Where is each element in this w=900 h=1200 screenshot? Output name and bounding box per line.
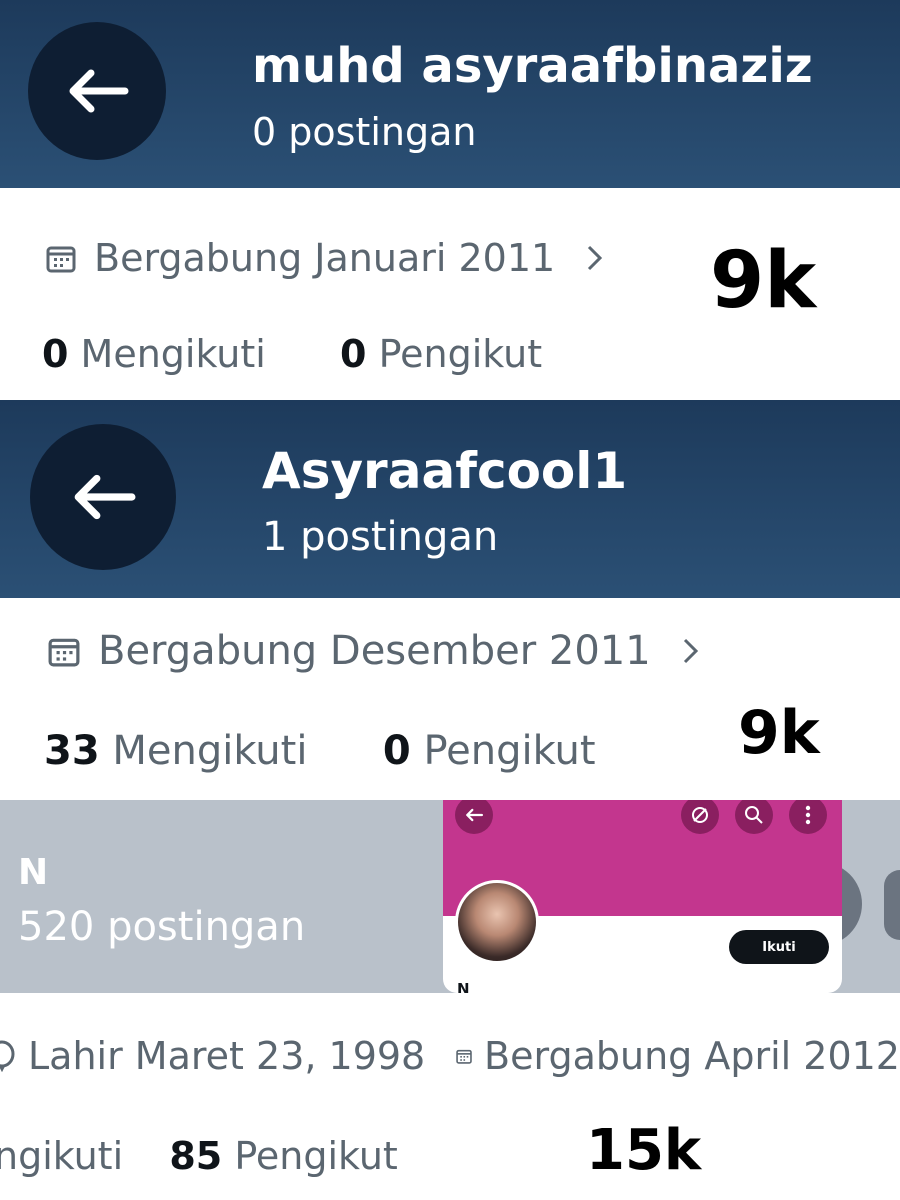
joined-date[interactable]: Bergabung Desember 2011 xyxy=(48,628,701,674)
joined-date[interactable]: Bergabung April 2012 xyxy=(456,1034,900,1078)
calendar-icon xyxy=(48,638,80,667)
search-icon xyxy=(745,806,763,824)
profile-panel-2: Asyraafcool1 1 postingan Bergabung Desem… xyxy=(0,400,900,798)
post-count: 520 postingan xyxy=(18,904,306,950)
avatar[interactable] xyxy=(455,880,539,964)
follow-stats: 33 Mengikuti 0 Pengikut xyxy=(44,728,596,774)
header-edge-circle xyxy=(884,870,900,940)
follow-stats: 0 Mengikuti 0 Pengikut xyxy=(42,332,542,376)
follower-annotation: 15k xyxy=(586,1118,702,1183)
inset-profile-name: N xyxy=(457,980,470,993)
back-button[interactable] xyxy=(28,22,166,160)
joined-text: Bergabung Januari 2011 xyxy=(94,236,556,280)
back-button[interactable] xyxy=(30,424,176,570)
following-link[interactable]: ngikuti xyxy=(0,1134,123,1178)
unfollow-icon xyxy=(692,807,708,823)
inset-profile-screenshot: Ikuti N xyxy=(443,800,842,993)
back-arrow-icon xyxy=(74,474,136,520)
profile-name: Asyraafcool1 xyxy=(262,442,628,500)
birth-text: Lahir Maret 23, 1998 xyxy=(28,1034,426,1078)
profile-panel-1: muhd asyraafbinaziz 0 postingan Bergabun… xyxy=(0,0,900,398)
more-icon xyxy=(805,805,811,825)
post-count: 1 postingan xyxy=(262,514,499,560)
profile-panel-3: N 520 postingan Ikuti N Lahir Maret 23, … xyxy=(0,800,900,1200)
follow-button[interactable]: Ikuti xyxy=(729,930,829,964)
chevron-right-icon xyxy=(588,245,603,271)
calendar-icon xyxy=(46,246,76,273)
following-link[interactable]: 33 Mengikuti xyxy=(44,728,307,774)
following-link[interactable]: 0 Mengikuti xyxy=(42,332,266,376)
follow-stats: ngikuti 85 Pengikut xyxy=(0,1134,398,1178)
follower-annotation: 9k xyxy=(738,698,820,768)
profile-header: muhd asyraafbinaziz 0 postingan xyxy=(0,0,900,188)
birth-date: Lahir Maret 23, 1998 xyxy=(0,1034,425,1078)
followers-link[interactable]: 0 Pengikut xyxy=(383,728,596,774)
profile-name: muhd asyraafbinaziz xyxy=(252,38,813,94)
post-count: 0 postingan xyxy=(252,110,477,154)
joined-text: Bergabung April 2012 xyxy=(484,1034,900,1078)
joined-text: Bergabung Desember 2011 xyxy=(98,628,651,674)
joined-date[interactable]: Bergabung Januari 2011 xyxy=(46,236,605,280)
balloon-icon xyxy=(0,1040,15,1072)
followers-link[interactable]: 0 Pengikut xyxy=(340,332,542,376)
back-arrow-icon xyxy=(466,808,483,822)
follower-annotation: 9k xyxy=(710,236,817,326)
back-arrow-icon xyxy=(69,69,129,113)
followers-link[interactable]: 85 Pengikut xyxy=(169,1134,398,1178)
chevron-right-icon xyxy=(683,638,698,664)
calendar-icon xyxy=(456,1049,472,1064)
profile-name: N xyxy=(18,852,49,893)
profile-header: Asyraafcool1 1 postingan xyxy=(0,400,900,598)
